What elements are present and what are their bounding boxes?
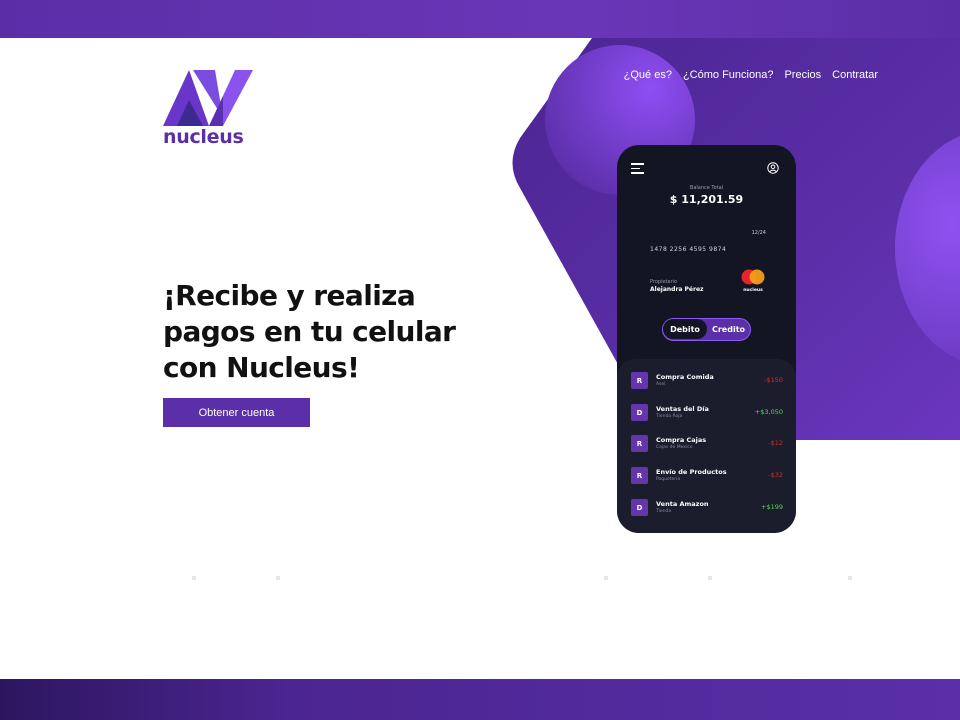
transaction-badge: R xyxy=(631,372,648,389)
transaction-badge: R xyxy=(631,435,648,452)
transaction-row[interactable]: R Envío de Productos Paquetería -$32 xyxy=(631,467,783,487)
transaction-amount: +$199 xyxy=(761,503,783,511)
top-band xyxy=(0,0,960,38)
headline-line-2: pagos en tu celular xyxy=(163,315,456,348)
faint-mark xyxy=(708,576,712,580)
card-network-label: nucleus xyxy=(743,288,763,293)
transaction-title: Envío de Productos xyxy=(656,468,727,476)
transaction-title: Venta Amazon xyxy=(656,500,709,508)
transaction-row[interactable]: R Compra Comida Asel -$150 xyxy=(631,372,783,392)
faint-mark xyxy=(848,576,852,580)
transactions-panel: R Compra Comida Asel -$150 D Ventas del … xyxy=(617,359,796,533)
toggle-debit[interactable]: Debito xyxy=(663,319,707,339)
faint-mark xyxy=(604,576,608,580)
bottom-band xyxy=(0,679,960,720)
nav-link-que-es[interactable]: ¿Qué es? xyxy=(624,69,672,81)
transaction-title: Compra Cajas xyxy=(656,436,707,444)
card-expiry: 12/24 xyxy=(751,230,766,236)
landing-page: nucleus ¿Qué es? ¿Cómo Funciona? Precios… xyxy=(0,38,960,679)
toggle-credit[interactable]: Credito xyxy=(707,319,750,339)
profile-icon[interactable] xyxy=(767,162,779,174)
nav-link-como-funciona[interactable]: ¿Cómo Funciona? xyxy=(683,69,774,81)
transaction-subtitle: Tienda Roja xyxy=(656,414,683,419)
transaction-row[interactable]: R Compra Cajas Cajas de Mexico -$12 xyxy=(631,435,783,455)
balance-label: Balance Total xyxy=(689,185,724,191)
transaction-badge: D xyxy=(631,404,648,421)
balance-value: $ 11,201.59 xyxy=(669,193,744,206)
mastercard-logo xyxy=(741,269,765,285)
card-owner-label: Propietario xyxy=(650,279,678,285)
transaction-amount: -$32 xyxy=(768,471,783,479)
headline-line-1: ¡Recibe y realiza xyxy=(163,279,416,312)
menu-icon[interactable] xyxy=(631,163,644,174)
transaction-row[interactable]: D Venta Amazon Tienda +$199 xyxy=(631,499,783,519)
nav-link-precios[interactable]: Precios xyxy=(784,69,821,81)
transaction-badge: D xyxy=(631,499,648,516)
transaction-amount: -$12 xyxy=(768,439,783,447)
nav-link-contratar[interactable]: Contratar xyxy=(832,69,878,81)
transaction-subtitle: Cajas de Mexico xyxy=(656,445,693,450)
headline-line-3: con Nucleus! xyxy=(163,351,360,384)
transaction-subtitle: Paquetería xyxy=(656,477,681,482)
hero-headline: ¡Recibe y realiza pagos en tu celular co… xyxy=(163,278,493,386)
phone-mockup: Balance Total $ 11,201.59 12/24 1478 225… xyxy=(617,145,796,533)
faint-mark xyxy=(192,576,196,580)
transaction-title: Compra Comida xyxy=(656,373,714,381)
brand-name: nucleus xyxy=(163,126,244,148)
card-type-toggle: Debito Credito xyxy=(662,318,751,341)
get-account-button[interactable]: Obtener cuenta xyxy=(163,398,310,427)
faint-mark xyxy=(276,576,280,580)
transaction-subtitle: Tienda xyxy=(656,509,672,514)
transaction-amount: +$3,050 xyxy=(754,408,783,416)
transaction-subtitle: Asel xyxy=(656,382,666,387)
transaction-title: Ventas del Día xyxy=(656,405,709,413)
transaction-badge: R xyxy=(631,467,648,484)
transaction-amount: -$150 xyxy=(764,376,783,384)
card-number: 1478 2256 4595 9874 xyxy=(650,246,727,253)
transaction-row[interactable]: D Ventas del Día Tienda Roja +$3,050 xyxy=(631,404,783,424)
top-nav: ¿Qué es? ¿Cómo Funciona? Precios Contrat… xyxy=(624,69,878,81)
card-owner-name: Alejandra Pérez xyxy=(650,286,704,293)
